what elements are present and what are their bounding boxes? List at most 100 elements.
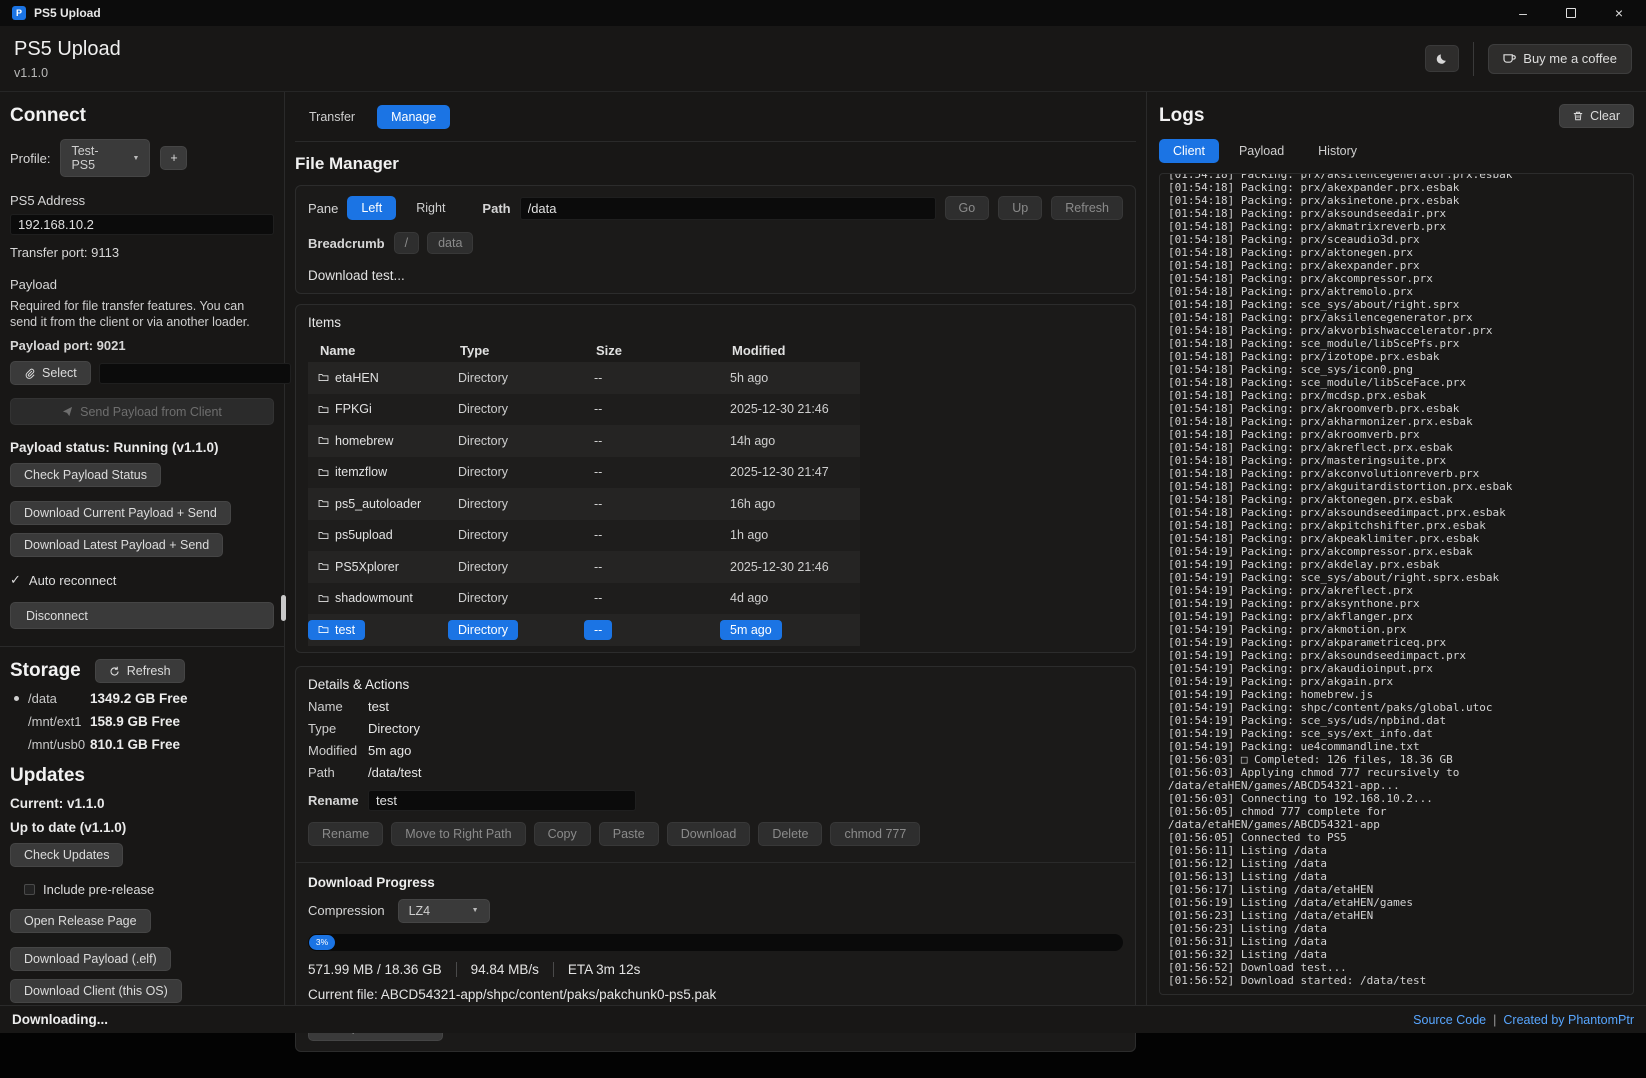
auto-reconnect-label: Auto reconnect [29,573,116,588]
refresh-button[interactable]: Refresh [1051,196,1123,220]
log-line: [01:54:18] Packing: prx/aksoundseedair.p… [1168,207,1625,220]
folder-icon [318,561,329,572]
drive-path: /data [28,691,90,706]
main-tab[interactable]: Manage [377,105,450,129]
log-line: [01:54:18] Packing: prx/aksinetone.prx.e… [1168,194,1625,207]
minimize-button[interactable]: – [1514,4,1532,22]
disconnect-button[interactable]: Disconnect [10,602,274,629]
item-name: etaHEN [335,371,379,385]
send-payload-button[interactable]: Send Payload from Client [10,398,274,425]
log-line: [01:54:19] Packing: prx/akparametriceq.p… [1168,636,1625,649]
source-code-link[interactable]: Source Code [1413,1013,1486,1027]
file-action-button[interactable]: Move to Right Path [391,822,525,846]
screen: P PS5 Upload – × PS5 Upload v1.1.0 [0,0,1646,1078]
table-row[interactable]: FPKGi Directory -- 2025-12-30 21:46 [308,394,860,426]
details-heading: Details & Actions [308,677,1123,692]
compression-select[interactable]: LZ4 ▼ [398,899,490,923]
table-row[interactable]: homebrew Directory -- 14h ago [308,425,860,457]
log-line: [01:54:19] Packing: ue4commandline.txt [1168,740,1625,753]
select-payload-button[interactable]: Select [10,361,91,385]
download-payload-elf-button[interactable]: Download Payload (.elf) [10,947,171,971]
file-action-button[interactable]: chmod 777 [830,822,920,846]
credit-link[interactable]: Created by PhantomPtr [1503,1013,1634,1027]
column-header: Modified [720,343,900,358]
selected-drive-dot [14,696,19,701]
maximize-button[interactable] [1562,4,1580,22]
file-action-button[interactable]: Delete [758,822,822,846]
storage-refresh-button[interactable]: Refresh [95,659,185,683]
item-name: itemzflow [335,465,387,479]
log-output[interactable]: [01:54:18] Packing: prx/aksilencegenerat… [1159,173,1634,995]
up-button[interactable]: Up [998,196,1042,220]
table-row[interactable]: itemzflow Directory -- 2025-12-30 21:47 [308,457,860,489]
logs-tab[interactable]: Client [1159,139,1219,163]
file-action-button[interactable]: Download [667,822,751,846]
profile-select[interactable]: Test-PS5 ▼ [60,139,150,177]
theme-toggle-button[interactable] [1425,45,1459,72]
log-line: [01:56:12] Listing /data [1168,857,1625,870]
download-client-button[interactable]: Download Client (this OS) [10,979,182,1003]
folder-icon [318,498,329,509]
table-row[interactable]: shadowmount Directory -- 4d ago [308,583,860,615]
storage-drive[interactable]: /mnt/ext1 158.9 GB Free [10,714,274,729]
table-row[interactable]: etaHEN Directory -- 5h ago [308,362,860,394]
log-line: [01:56:05] Connected to PS5 [1168,831,1625,844]
log-line: [01:54:18] Packing: prx/akpitchshifter.p… [1168,519,1625,532]
logs-tab[interactable]: History [1304,139,1371,163]
payload-file-input[interactable] [99,363,291,384]
go-button[interactable]: Go [945,196,990,220]
column-header: Type [448,343,584,358]
check-payload-status-button[interactable]: Check Payload Status [10,463,161,487]
path-input[interactable] [520,197,936,220]
item-size: -- [584,620,612,640]
download-current-payload-button[interactable]: Download Current Payload + Send [10,501,231,525]
details-fields: Name test Type Directory Modified 5m ago… [308,699,1123,780]
main-tab[interactable]: Transfer [295,105,369,129]
download-latest-payload-button[interactable]: Download Latest Payload + Send [10,533,223,557]
log-line: /data/etaHEN/games/ABCD54321-app [1168,818,1625,831]
table-row[interactable]: test Directory -- 5m ago [308,614,860,646]
clear-logs-button[interactable]: Clear [1559,104,1634,128]
auto-reconnect-checkbox[interactable]: ✓ Auto reconnect [10,572,274,588]
logs-tab[interactable]: Payload [1225,139,1298,163]
items-header-row: NameTypeSizeModified [308,339,860,362]
checkbox-icon [24,884,35,895]
pane-button[interactable]: Left [347,196,396,220]
log-line: [01:54:19] Packing: prx/akreflect.prx [1168,584,1625,597]
pane-button[interactable]: Right [402,196,459,220]
scrollbar-thumb[interactable] [281,595,286,621]
close-button[interactable]: × [1610,4,1628,22]
breadcrumb-segment[interactable]: data [427,232,473,254]
file-action-button[interactable]: Copy [534,822,591,846]
table-row[interactable]: PS5Xplorer Directory -- 2025-12-30 21:46 [308,551,860,583]
drive-path: /mnt/ext1 [28,714,90,729]
file-manager-heading: File Manager [295,154,1136,174]
ps5-address-input[interactable] [10,214,274,235]
table-row[interactable]: ps5_autoloader Directory -- 16h ago [308,488,860,520]
check-icon: ✓ [10,572,21,588]
log-line: [01:54:19] Packing: prx/akmotion.prx [1168,623,1625,636]
pane-label: Pane [308,201,338,216]
item-modified: 1h ago [720,525,778,545]
folder-icon [318,404,329,415]
open-release-page-button[interactable]: Open Release Page [10,909,151,933]
file-action-button[interactable]: Rename [308,822,383,846]
item-modified: 4d ago [720,588,778,608]
drive-free-space: 810.1 GB Free [90,737,180,752]
buy-coffee-button[interactable]: Buy me a coffee [1488,44,1632,74]
log-line: [01:54:18] Packing: prx/akvorbishwaccele… [1168,324,1625,337]
storage-drive[interactable]: /data 1349.2 GB Free [10,691,274,706]
download-progress-bar: 3% [308,934,1123,951]
storage-drive[interactable]: /mnt/usb0 810.1 GB Free [10,737,274,752]
current-file-text: Current file: ABCD54321-app/shpc/content… [308,987,1123,1002]
rename-input[interactable] [368,790,636,811]
file-action-button[interactable]: Paste [599,822,659,846]
updates-status: Up to date (v1.1.0) [10,820,274,835]
breadcrumb-segment[interactable]: / [394,232,419,254]
log-line: [01:54:18] Packing: prx/aksilencegenerat… [1168,311,1625,324]
log-line: [01:54:18] Packing: prx/akpeaklimiter.pr… [1168,532,1625,545]
table-row[interactable]: ps5upload Directory -- 1h ago [308,520,860,552]
prerelease-checkbox[interactable]: Include pre-release [24,882,274,897]
check-updates-button[interactable]: Check Updates [10,843,123,867]
add-profile-button[interactable]: + [160,146,187,170]
